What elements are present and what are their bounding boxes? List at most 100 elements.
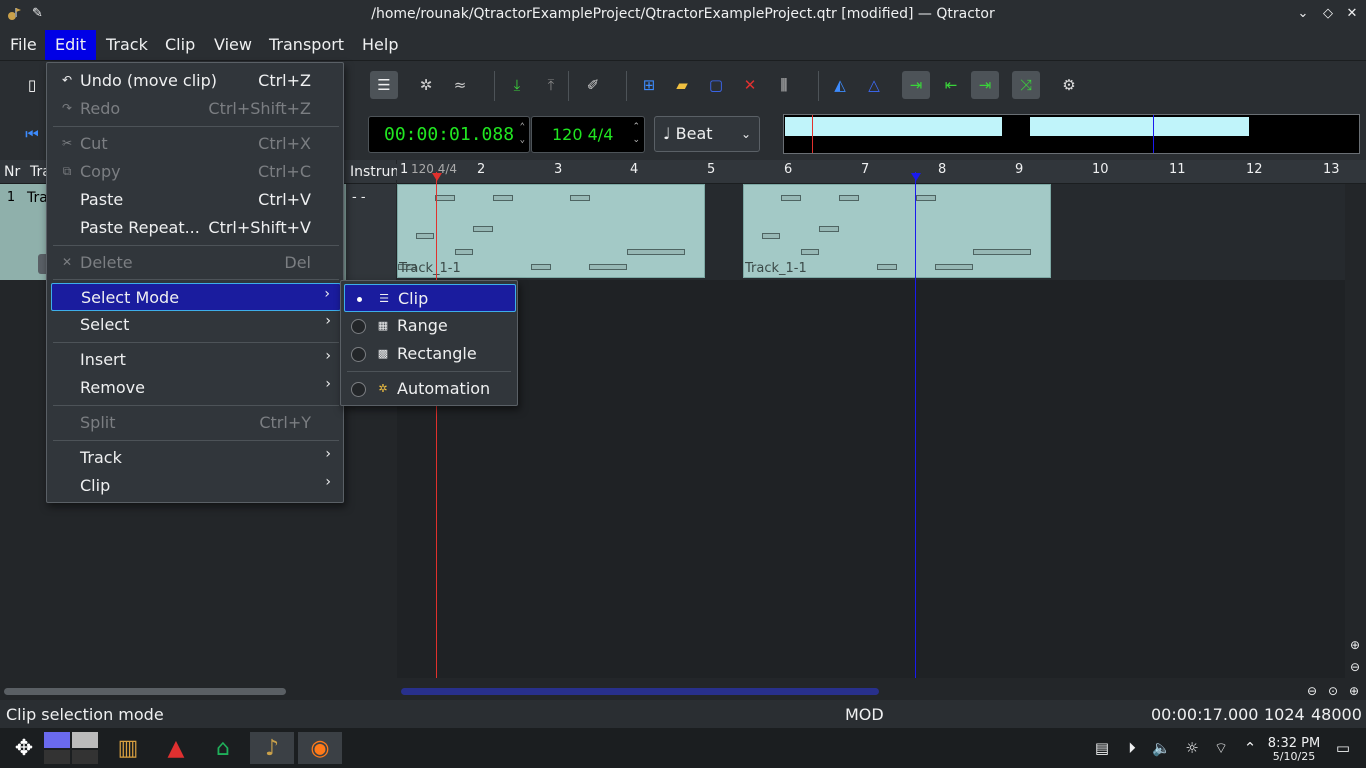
bar-mark: 4 [630,162,639,177]
chevron-right-icon: › [325,376,331,392]
radio-icon[interactable] [351,319,366,334]
ardour-icon[interactable]: ▲ [160,732,192,764]
edit-track-icon[interactable]: ✐ [579,71,607,99]
volume-icon[interactable]: 🔈 [1152,739,1171,757]
clipboard-icon[interactable]: ▤ [1093,739,1111,757]
midi-clip[interactable]: Track_1-1 [397,184,705,278]
radio-checked-icon[interactable] [352,292,367,307]
snap-select[interactable]: ♩ Beat ⌄ [654,116,760,152]
menu-track[interactable]: Track [96,30,158,60]
menu-file[interactable]: File [0,30,47,60]
auto-backward-icon[interactable]: ⇤ [937,71,965,99]
add-track-icon[interactable]: ⤓ [503,71,531,99]
library-icon[interactable]: ▥ [112,732,144,764]
menu-edit[interactable]: Edit [45,30,96,60]
menu-select[interactable]: Select › [51,311,341,339]
tempo-display[interactable]: 120 4/4 ⌃ ⌄ [531,116,645,153]
menu-redo[interactable]: ↷ Redo Ctrl+Shift+Z [51,95,341,123]
settings-gear-icon[interactable]: ⚙ [1055,71,1083,99]
firefox-icon[interactable]: ◉ [298,732,342,764]
modified-indicator: MOD [845,705,884,724]
mixer-window-icon[interactable]: ▢ [702,71,730,99]
show-desktop-icon[interactable]: ▭ [1334,739,1352,757]
midi-note [762,233,780,239]
zoom-out-vertical-icon[interactable]: ⊖ [1345,658,1365,676]
bus-icon[interactable]: ✕ [736,71,764,99]
select-clip-tool-icon[interactable]: ☰ [370,71,398,99]
menu-help[interactable]: Help [352,30,408,60]
session-overview[interactable] [783,114,1360,154]
menu-clip-sub[interactable]: Clip › [51,472,341,500]
minimize-icon[interactable]: ⌄ [1295,6,1311,22]
metronome-icon[interactable]: ◭ [826,71,854,99]
qtractor-task-icon[interactable]: ♪ [250,732,294,764]
rewind-icon[interactable]: ⏮ [18,120,46,148]
menu-paste-repeat[interactable]: Paste Repeat... Ctrl+Shift+V [51,214,341,242]
menu-delete[interactable]: ✕ Delete Del [51,249,341,277]
menu-view[interactable]: View [204,30,262,60]
menu-transport[interactable]: Transport [259,30,354,60]
follow-playhead-icon[interactable]: ⇥ [902,71,930,99]
files-icon[interactable]: ▰ [668,71,696,99]
col-number[interactable]: Nr [4,164,20,180]
select-mode-range[interactable]: ▦ Range [344,312,516,340]
system-clock[interactable]: 8:32 PM 5/10/25 [1266,737,1322,763]
continue-past-end-icon[interactable]: ⇥ [971,71,999,99]
menu-split[interactable]: Split Ctrl+Y [51,409,341,437]
zoom-in-icon[interactable]: ⊕ [1344,682,1364,700]
pager-icon[interactable] [44,732,100,764]
time-display[interactable]: 00:00:01.088 ⌃ ⌄ [368,116,530,153]
connections-icon[interactable]: ⊞ [635,71,663,99]
maximize-icon[interactable]: ◇ [1320,6,1336,22]
select-range-tool-icon[interactable]: ✲ [412,71,440,99]
select-mode-automation[interactable]: ✲ Automation [344,375,516,403]
tray-expand-icon[interactable]: ⌃ [1241,739,1259,757]
menu-undo[interactable]: ↶ Undo (move clip) Ctrl+Z [51,67,341,95]
store-icon[interactable]: ⌂ [207,732,239,764]
close-icon[interactable]: ✕ [1344,6,1360,22]
metronome-bar-icon[interactable]: △ [860,71,888,99]
midi-clip[interactable]: Track_1-1 [743,184,1051,278]
menu-paste[interactable]: Paste Ctrl+V [51,186,341,214]
select-rect-tool-icon[interactable]: ≈ [446,71,474,99]
undo-icon: ↶ [61,73,73,87]
menu-select-mode[interactable]: Select Mode › [51,283,341,311]
wifi-icon[interactable]: ⌔ [1212,739,1230,757]
menu-copy[interactable]: ⧉ Copy Ctrl+C [51,158,341,186]
radio-icon[interactable] [351,382,366,397]
zoom-out-icon[interactable]: ⊖ [1302,682,1322,700]
track-list-scrollbar[interactable] [0,682,396,700]
edit-marker[interactable] [911,173,921,181]
radio-icon[interactable] [351,347,366,362]
chevron-right-icon: › [325,348,331,364]
zoom-in-vertical-icon[interactable]: ⊕ [1345,636,1365,654]
timeline-scrollbar[interactable]: ⊖ ⊙ ⊕ [397,682,1366,700]
scrollbar-thumb[interactable] [401,688,879,695]
menu-clip[interactable]: Clip [155,30,205,60]
copy-icon: ⧉ [62,164,72,178]
timeline-ruler[interactable]: 1 120 4/4 2 3 4 5 6 7 8 9 10 11 12 13 [397,160,1366,184]
bar-mark: 13 [1323,162,1340,177]
remove-track-icon[interactable]: ⤒ [537,71,565,99]
time-spin-icon[interactable]: ⌃ ⌄ [520,121,525,147]
bar-mark: 9 [1015,162,1024,177]
select-mode-rectangle[interactable]: ▩ Rectangle [344,340,516,368]
menu-cut[interactable]: ✂ Cut Ctrl+X [51,130,341,158]
menu-insert[interactable]: Insert › [51,346,341,374]
menu-remove[interactable]: Remove › [51,374,341,402]
rectangle-mode-icon: ▩ [377,347,389,360]
tempo-spin-icon[interactable]: ⌃ ⌄ [632,121,640,147]
playhead-marker[interactable] [432,173,442,181]
clip-mode-icon: ☰ [379,292,389,305]
vertical-scrollbar[interactable]: ⊕ ⊖ [1345,184,1366,678]
brightness-icon[interactable]: ☼ [1183,739,1201,757]
app-launcher-icon[interactable]: ✥ [8,732,40,764]
panic-icon[interactable]: ⤨ [1012,71,1040,99]
media-play-icon[interactable]: ⏵ [1123,739,1141,757]
select-mode-clip[interactable]: ☰ Clip [344,284,516,312]
new-file-icon[interactable]: ▯ [18,71,46,99]
zoom-reset-icon[interactable]: ⊙ [1323,682,1343,700]
scrollbar-thumb[interactable] [4,688,286,695]
menu-track-sub[interactable]: Track › [51,444,341,472]
mixer-icon[interactable]: ⫼ [770,71,798,99]
